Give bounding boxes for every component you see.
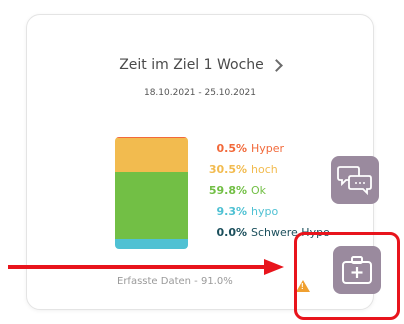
legend-percent: 59.8%: [208, 184, 247, 197]
bar-segment-hoch: [115, 137, 188, 172]
screen: Zeit im Ziel 1 Woche 18.10.2021 - 25.10.…: [0, 0, 404, 324]
annotation-arrow: [8, 259, 284, 275]
annotation-highlight-box: [294, 232, 400, 320]
date-range: 18.10.2021 - 25.10.2021: [143, 88, 257, 98]
legend-row: 30.5% hoch: [187, 159, 330, 180]
bar-segment-ok: [115, 171, 188, 239]
chat-button[interactable]: [331, 156, 379, 204]
legend-percent: 0.0%: [216, 226, 247, 239]
legend-percent: 9.3%: [216, 205, 247, 218]
card-title: Zeit im Ziel 1 Woche: [119, 57, 264, 73]
chevron-right-icon[interactable]: [269, 59, 283, 72]
legend-row: 0.5% Hyper: [187, 138, 330, 159]
legend-row: 59.8% Ok: [187, 180, 330, 201]
time-in-range-bar: [115, 137, 188, 249]
chat-icon: [337, 166, 372, 196]
legend-percent: 0.5%: [216, 142, 247, 155]
legend-label: Ok: [251, 184, 267, 197]
legend-row: 9.3% hypo: [187, 201, 330, 222]
card-title-row[interactable]: Zeit im Ziel 1 Woche: [27, 57, 373, 73]
bar-segment-hypo: [115, 238, 188, 249]
legend-label: hoch: [251, 163, 278, 176]
legend-label: hypo: [251, 205, 279, 218]
legend-percent: 30.5%: [208, 163, 247, 176]
time-in-range-legend: 0.5% Hyper 30.5% hoch 59.8% Ok 9.3% hypo 0.0% Sch…: [187, 138, 330, 243]
legend-label: Hyper: [251, 142, 285, 155]
